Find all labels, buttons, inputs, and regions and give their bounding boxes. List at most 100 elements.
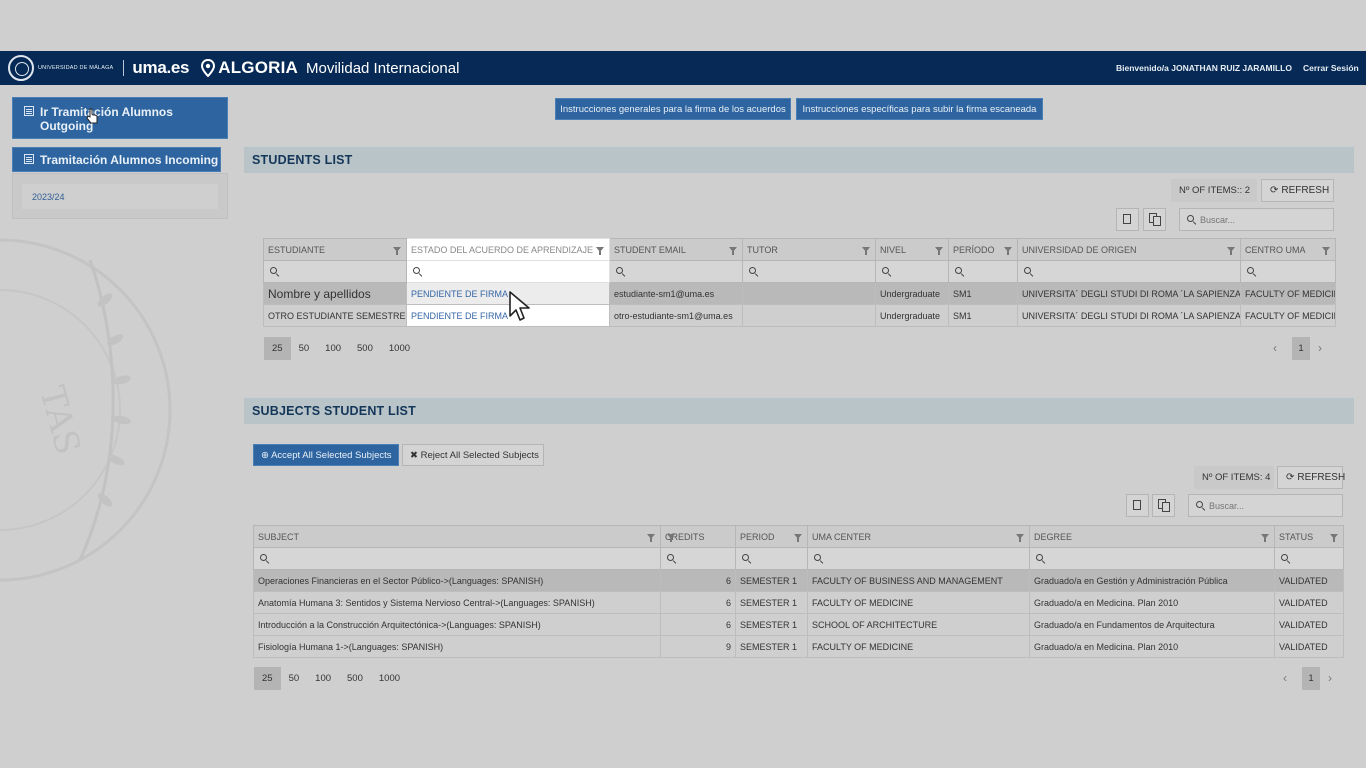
subjects-search-input[interactable] xyxy=(1209,499,1329,513)
degree: Graduado/a en Medicina. Plan 2010 xyxy=(1029,635,1275,658)
filter-icon[interactable] xyxy=(1004,247,1012,255)
page-size-option[interactable]: 25 xyxy=(254,667,281,690)
filter-cell[interactable] xyxy=(948,260,1018,283)
filter-cell[interactable] xyxy=(253,547,661,570)
table-row[interactable]: Anatomía Humana 3: Sentidos y Sistema Ne… xyxy=(253,591,1344,614)
chevron-right-icon[interactable]: › xyxy=(1318,341,1322,355)
outgoing-label: Ir Tramitación Alumnos Outgoing xyxy=(40,105,173,133)
filter-cell[interactable] xyxy=(735,547,808,570)
portal-logo: uma.es xyxy=(132,58,190,77)
uma-center: SCHOOL OF ARCHITECTURE xyxy=(807,613,1030,636)
page-size-option[interactable]: 50 xyxy=(281,667,308,690)
filter-icon[interactable] xyxy=(393,247,401,255)
refresh-icon: ⟳ xyxy=(1286,472,1295,483)
search-icon xyxy=(1036,554,1045,563)
filter-icon[interactable] xyxy=(1330,534,1338,542)
credits: 6 xyxy=(660,591,736,614)
page-size-option[interactable]: 25 xyxy=(264,337,291,360)
general-instructions-button[interactable]: Instrucciones generales para la firma de… xyxy=(555,98,791,120)
students-refresh-button[interactable]: ⟳ REFRESH xyxy=(1261,179,1334,202)
academic-year-link[interactable]: 2023/24 xyxy=(22,184,218,209)
filter-icon[interactable] xyxy=(794,534,802,542)
filter-cell[interactable] xyxy=(1029,547,1275,570)
filter-cell[interactable] xyxy=(742,260,876,283)
copy-button[interactable] xyxy=(1143,208,1166,231)
accept-all-button[interactable]: ⊕ Accept All Selected Subjects xyxy=(253,444,399,466)
chevron-left-icon[interactable]: ‹ xyxy=(1283,671,1287,685)
filter-cell[interactable] xyxy=(660,547,736,570)
current-page[interactable]: 1 xyxy=(1302,667,1320,690)
export-excel-button[interactable] xyxy=(1116,208,1139,231)
filter-icon[interactable] xyxy=(729,247,737,255)
page-size-option[interactable]: 500 xyxy=(349,337,381,360)
filter-icon[interactable] xyxy=(1227,247,1235,255)
col-header-universidad[interactable]: UNIVERSIDAD DE ORIGEN xyxy=(1017,238,1241,261)
copy-button[interactable] xyxy=(1152,494,1175,517)
subjects-search[interactable] xyxy=(1188,494,1343,517)
page-size-option[interactable]: 50 xyxy=(291,337,318,360)
filter-icon[interactable] xyxy=(1261,534,1269,542)
page-size-option[interactable]: 500 xyxy=(339,667,371,690)
col-header-tutor[interactable]: TUTOR xyxy=(742,238,876,261)
chevron-right-icon[interactable]: › xyxy=(1328,671,1332,685)
filter-cell[interactable] xyxy=(1274,547,1344,570)
table-row[interactable]: Fisiología Humana 1->(Languages: SPANISH… xyxy=(253,635,1344,658)
filter-icon[interactable] xyxy=(862,247,870,255)
col-header-uma-center[interactable]: UMA CENTER xyxy=(807,525,1030,548)
specific-instructions-button[interactable]: Instrucciones específicas para subir la … xyxy=(796,98,1043,120)
current-page[interactable]: 1 xyxy=(1292,337,1310,360)
filter-cell[interactable] xyxy=(1240,260,1336,283)
col-header-status[interactable]: STATUS xyxy=(1274,525,1344,548)
subjects-table: SUBJECT CREDITS PERIOD UMA CENTER DEGREE… xyxy=(253,525,1344,658)
incoming-button[interactable]: Tramitación Alumnos Incoming xyxy=(12,147,221,172)
col-header-credits[interactable]: CREDITS xyxy=(660,525,736,548)
page-size-option[interactable]: 100 xyxy=(317,337,349,360)
table-row[interactable]: OTRO ESTUDIANTE SEMESTRE1 PENDIENTE DE F… xyxy=(263,304,1336,327)
filter-cell[interactable] xyxy=(875,260,949,283)
col-header-nivel[interactable]: NIVEL xyxy=(875,238,949,261)
outgoing-button[interactable]: Ir Tramitación Alumnos Outgoing xyxy=(12,97,228,139)
col-header-centro[interactable]: CENTRO UMA xyxy=(1240,238,1336,261)
page-size-option[interactable]: 1000 xyxy=(371,667,408,690)
filter-icon[interactable] xyxy=(596,247,604,255)
filter-icon[interactable] xyxy=(647,534,655,542)
subject-name: Introducción a la Construcción Arquitect… xyxy=(253,613,661,636)
filter-cell[interactable] xyxy=(406,260,610,283)
export-excel-button[interactable] xyxy=(1126,494,1149,517)
students-table: ESTUDIANTE ESTADO DEL ACUERDO DE APRENDI… xyxy=(263,238,1336,327)
page-size-option[interactable]: 100 xyxy=(307,667,339,690)
students-search-input[interactable] xyxy=(1200,213,1320,227)
filter-icon[interactable] xyxy=(935,247,943,255)
subjects-refresh-button[interactable]: ⟳ REFRESH xyxy=(1277,466,1345,489)
col-header-estudiante[interactable]: ESTUDIANTE xyxy=(263,238,407,261)
filter-icon[interactable] xyxy=(1016,534,1024,542)
filter-cell[interactable] xyxy=(807,547,1030,570)
filter-icon[interactable] xyxy=(1322,247,1330,255)
filter-cell[interactable] xyxy=(263,260,407,283)
logout-link[interactable]: Cerrar Sesión xyxy=(1303,63,1359,73)
table-row[interactable]: Nombre y apellidos PENDIENTE DE FIRMA es… xyxy=(263,282,1336,305)
col-header-period[interactable]: PERIOD xyxy=(735,525,808,548)
search-icon xyxy=(1281,554,1290,563)
col-header-estado[interactable]: ESTADO DEL ACUERDO DE APRENDIZAJE xyxy=(406,238,610,261)
close-icon: ✖ xyxy=(410,450,418,461)
reject-label: Reject All Selected Subjects xyxy=(420,450,539,461)
chevron-left-icon[interactable]: ‹ xyxy=(1273,341,1277,355)
status: VALIDATED xyxy=(1274,569,1344,592)
col-header-periodo[interactable]: PERÍODO xyxy=(948,238,1018,261)
filter-icon[interactable] xyxy=(667,534,675,542)
degree: Graduado/a en Medicina. Plan 2010 xyxy=(1029,591,1275,614)
table-row[interactable]: Introducción a la Construcción Arquitect… xyxy=(253,613,1344,636)
students-search[interactable] xyxy=(1179,208,1334,231)
col-header-degree[interactable]: DEGREE xyxy=(1029,525,1275,548)
col-header-subject[interactable]: SUBJECT xyxy=(253,525,661,548)
watermark-seal: TAS xyxy=(0,238,172,582)
filter-cell[interactable] xyxy=(609,260,743,283)
table-row[interactable]: Operaciones Financieras en el Sector Púb… xyxy=(253,569,1344,592)
period: SEMESTER 1 xyxy=(735,591,808,614)
period: SEMESTER 1 xyxy=(735,635,808,658)
col-header-email[interactable]: STUDENT EMAIL xyxy=(609,238,743,261)
reject-all-button[interactable]: ✖ Reject All Selected Subjects xyxy=(402,444,544,466)
filter-cell[interactable] xyxy=(1017,260,1241,283)
page-size-option[interactable]: 1000 xyxy=(381,337,418,360)
